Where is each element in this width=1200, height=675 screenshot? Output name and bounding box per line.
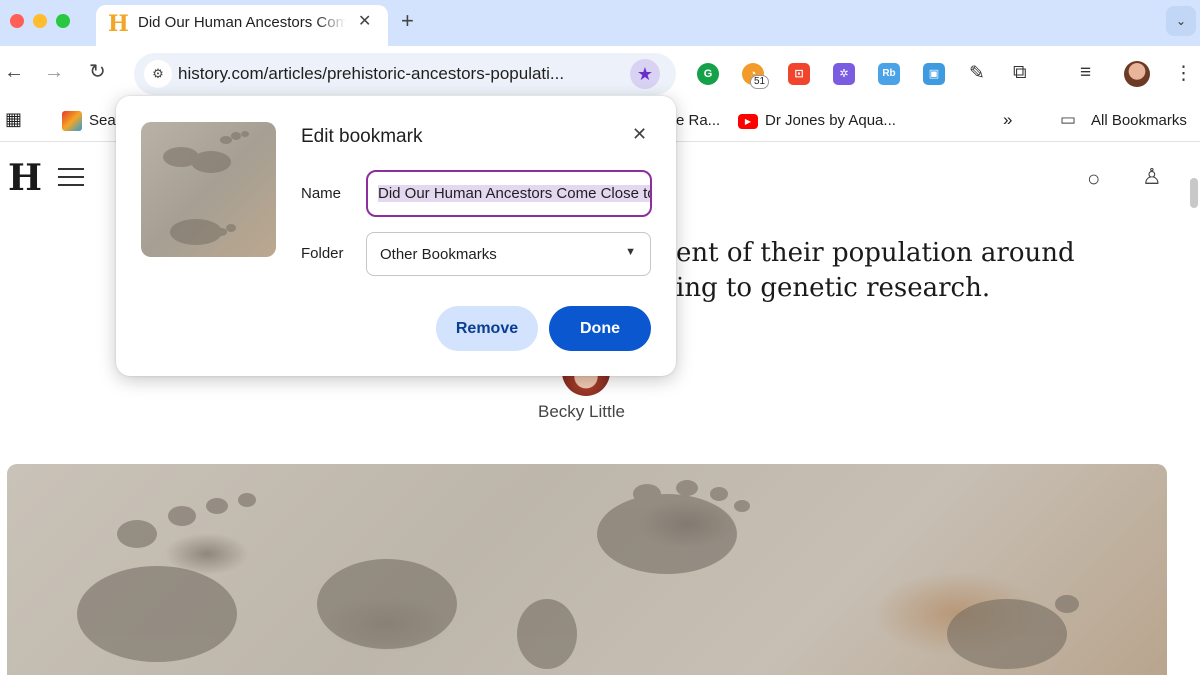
image-extension-icon[interactable]: ▣ (923, 63, 945, 85)
search-icon[interactable]: ○ (1087, 166, 1100, 192)
extensions-puzzle-icon[interactable]: ⧉ (1013, 62, 1027, 84)
media-control-icon[interactable]: ≡ (1080, 62, 1091, 84)
bookmark-thumbnail (141, 122, 276, 257)
name-label: Name (301, 185, 342, 202)
bookmark-favicon-icon (62, 111, 82, 131)
close-window-button[interactable] (10, 14, 24, 28)
folder-select-value: Other Bookmarks (380, 246, 497, 263)
grammarly-icon[interactable]: G (697, 63, 719, 85)
bookmark-item-sea[interactable]: Sea (89, 112, 116, 129)
minimize-window-button[interactable] (33, 14, 47, 28)
folder-label: Folder (301, 245, 344, 262)
bookmark-item-ra[interactable]: e Ra... (676, 112, 720, 129)
tab-search-chevron-down-icon[interactable]: ⌄ (1166, 6, 1196, 36)
history-logo[interactable]: H (8, 158, 42, 198)
tab-title: Did Our Human Ancestors Come Close to Ex… (138, 14, 346, 31)
folder-select[interactable]: Other Bookmarks ▼ (366, 232, 651, 276)
bookmark-item-dr-jones[interactable]: Dr Jones by Aqua... (765, 112, 896, 129)
back-icon[interactable]: ← (4, 61, 24, 83)
reload-icon[interactable]: ↻ (89, 61, 106, 83)
eyedropper-icon[interactable]: ✎ (969, 62, 985, 85)
forward-icon[interactable]: → (44, 61, 64, 83)
subtitle-line-1: ent of their population around (676, 238, 1075, 268)
bookmark-star-icon[interactable]: ★ (630, 59, 660, 89)
active-tab[interactable]: H Did Our Human Ancestors Come Close to … (96, 5, 388, 46)
apps-grid-icon[interactable]: ▦ (5, 109, 22, 130)
address-bar[interactable]: ⚙ history.com/articles/prehistoric-ances… (134, 53, 676, 95)
tab-strip: H Did Our Human Ancestors Come Close to … (0, 0, 1200, 46)
remove-button[interactable]: Remove (436, 306, 538, 351)
rb-extension-icon[interactable]: Rb (878, 63, 900, 85)
bookmarks-overflow-icon[interactable]: » (1003, 110, 1012, 130)
account-icon[interactable]: ♙ (1142, 164, 1162, 190)
youtube-icon: ▶ (738, 114, 758, 129)
tab-close-icon[interactable]: ✕ (358, 11, 371, 31)
footprints-hero-image (7, 464, 1167, 675)
lock-extension-icon[interactable]: ⊡ (788, 63, 810, 85)
folder-icon: ▭ (1060, 110, 1077, 129)
article-subtitle: ent of their population around ing to ge… (676, 236, 1096, 306)
all-bookmarks-link[interactable]: All Bookmarks (1091, 112, 1187, 129)
dropdown-caret-icon: ▼ (625, 246, 636, 258)
bookmark-name-input[interactable]: Did Our Human Ancestors Come Close to Ex… (366, 170, 652, 217)
dialog-title: Edit bookmark (301, 126, 423, 147)
browser-toolbar: ← → ↻ ⚙ history.com/articles/prehistoric… (0, 46, 1200, 102)
profile-avatar[interactable] (1124, 61, 1150, 87)
site-settings-icon[interactable]: ⚙ (144, 60, 172, 88)
new-tab-icon[interactable]: + (401, 8, 414, 34)
subtitle-line-2: ing to genetic research. (676, 273, 991, 303)
hamburger-menu-icon[interactable] (58, 168, 84, 188)
scrollbar[interactable] (1190, 178, 1198, 208)
browser-menu-icon[interactable]: ⋮ (1174, 62, 1193, 85)
maximize-window-button[interactable] (56, 14, 70, 28)
url-text: history.com/articles/prehistoric-ancesto… (178, 64, 565, 83)
close-icon[interactable]: ✕ (632, 124, 647, 145)
history-favicon-icon: H (108, 11, 129, 37)
purple-extension-icon[interactable]: ✲ (833, 63, 855, 85)
extension-badge: 51 (750, 75, 770, 89)
bookmark-name-value: Did Our Human Ancestors Come Close to Ex… (378, 185, 650, 202)
edit-bookmark-dialog: Edit bookmark ✕ Name Did Our Human Ances… (116, 96, 676, 376)
author-name[interactable]: Becky Little (538, 402, 625, 422)
done-button[interactable]: Done (549, 306, 651, 351)
